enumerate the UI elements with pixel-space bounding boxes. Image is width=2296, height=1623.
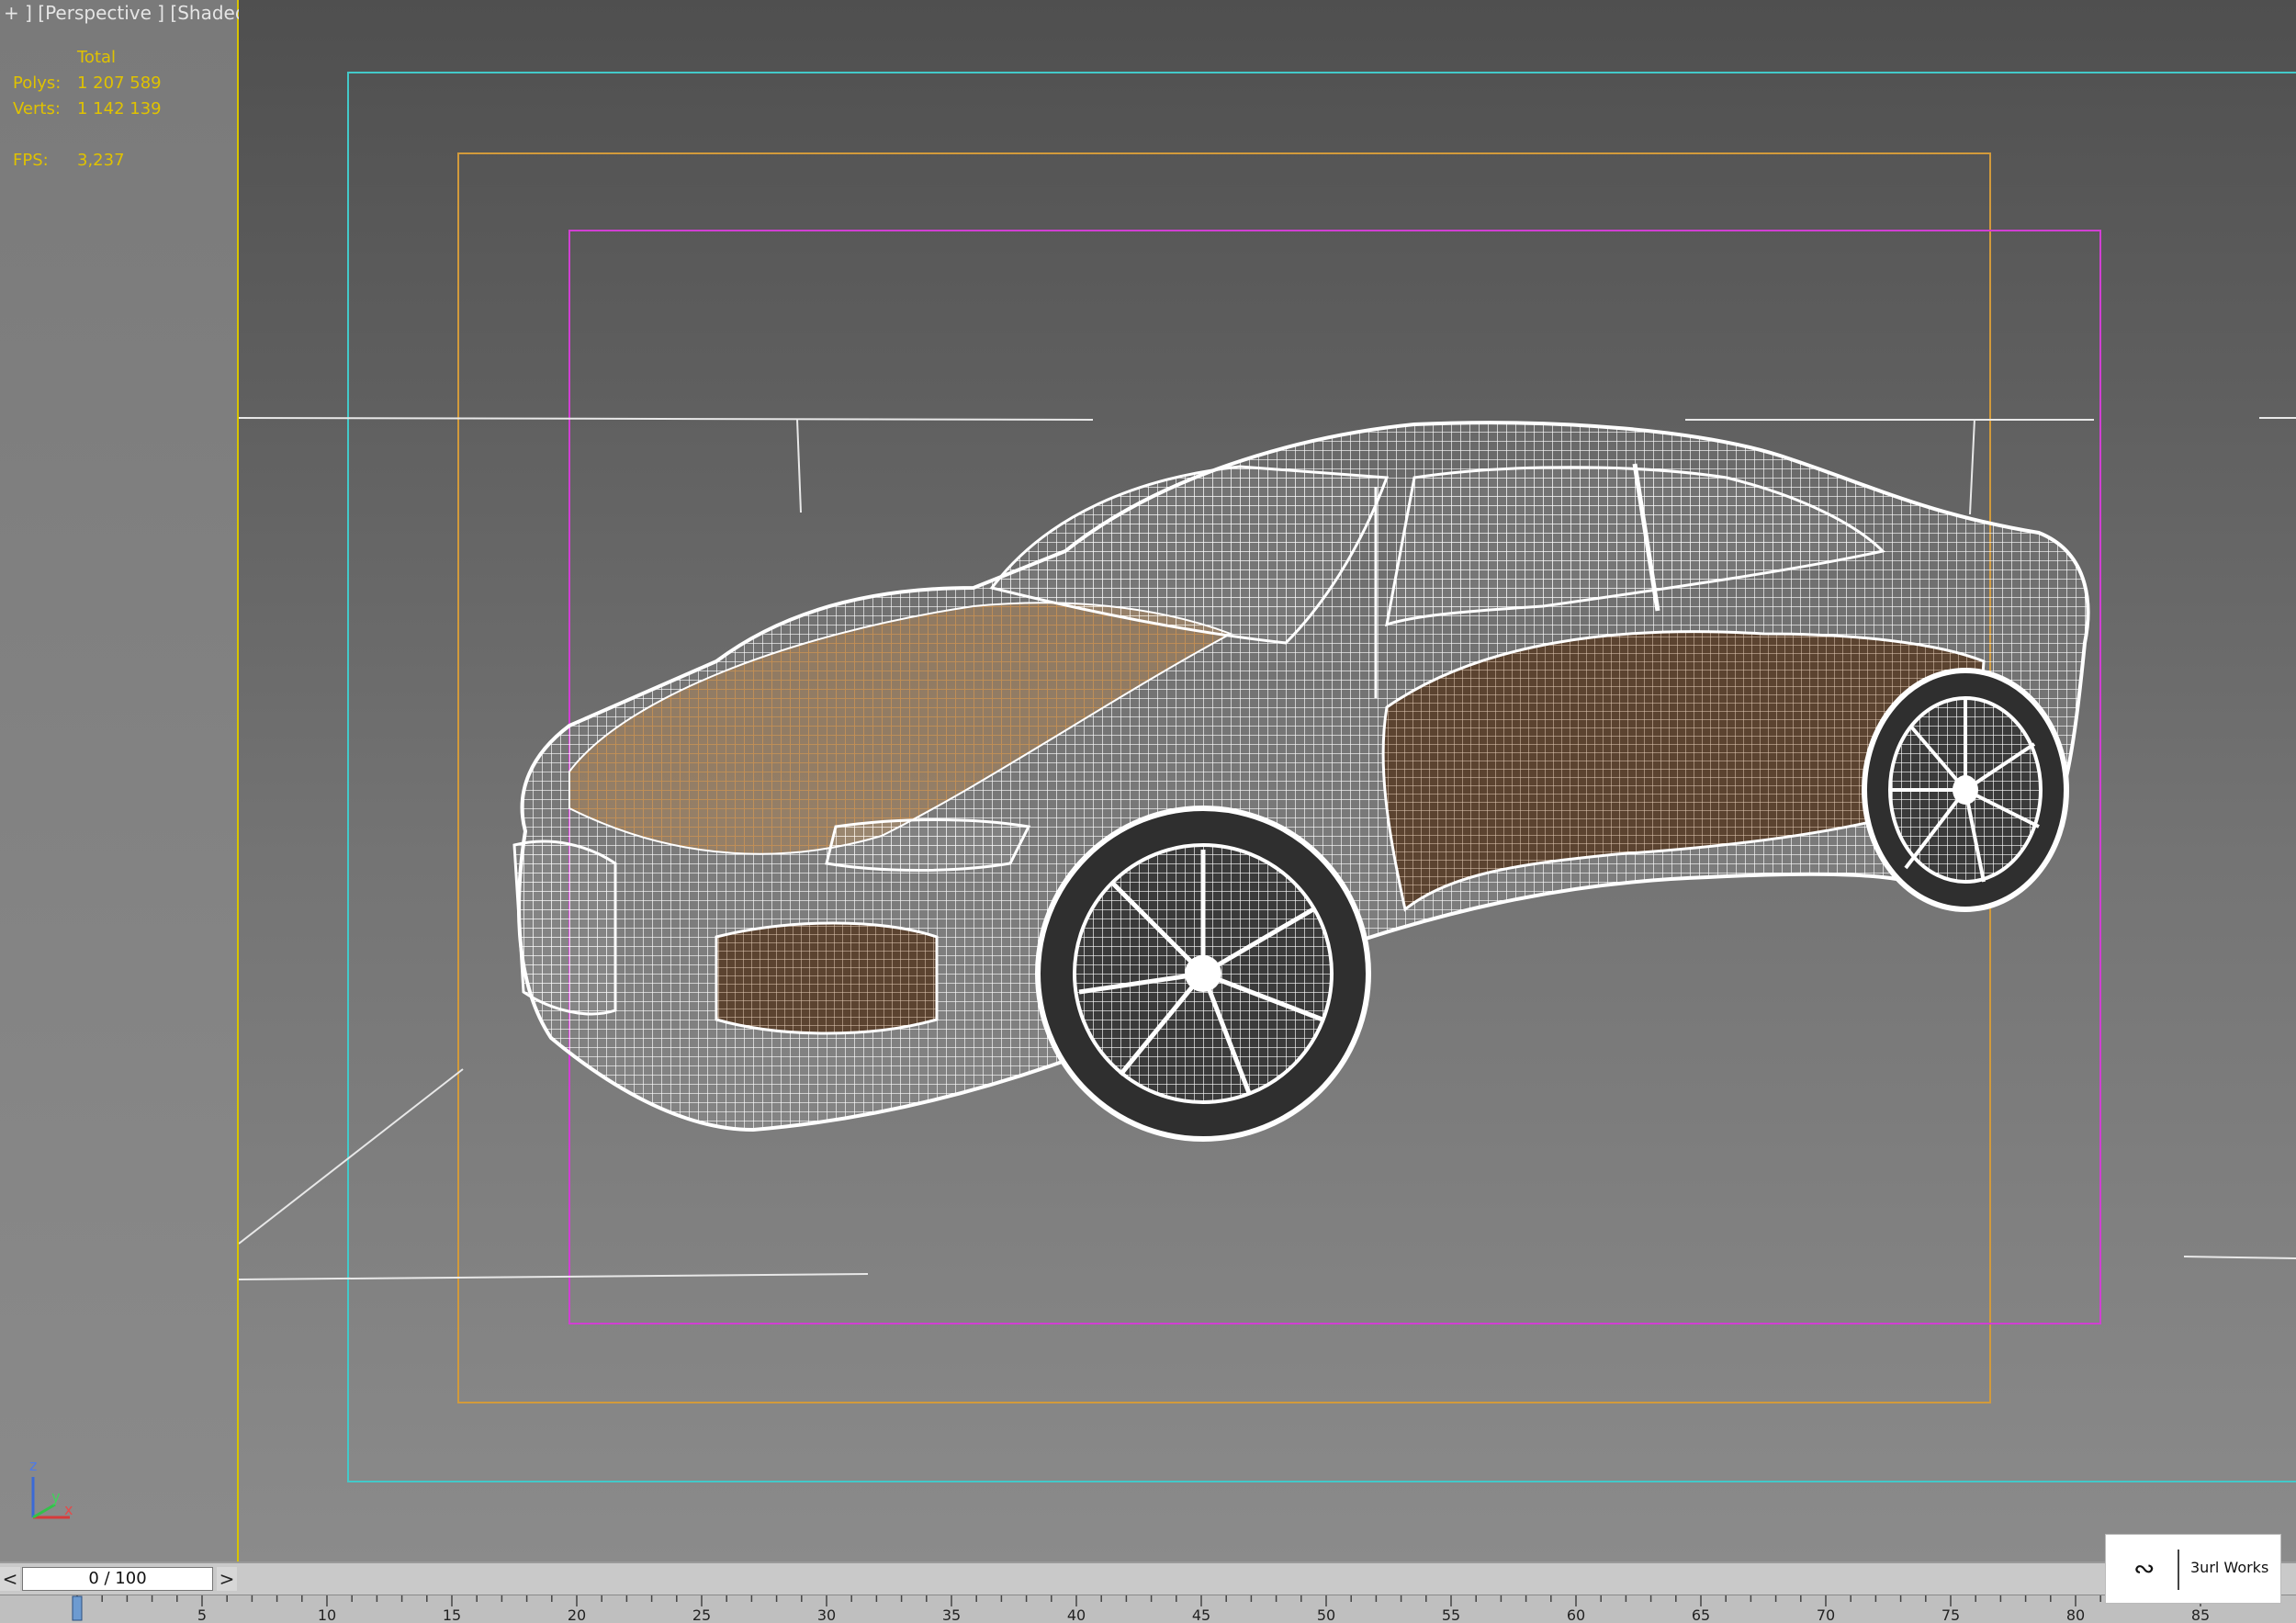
stats-fps-label: FPS: <box>13 151 49 170</box>
rear-wheel <box>1862 668 2069 912</box>
time-slider-frame-counter[interactable]: 0 / 100 <box>22 1567 213 1591</box>
stats-verts-row: Verts: 1 142 139 <box>13 99 162 118</box>
ruler-tick-label: 25 <box>692 1606 711 1623</box>
ruler-tick-label: 15 <box>443 1606 461 1623</box>
brand-mark-icon: ∾ <box>2133 1553 2155 1584</box>
left-panel <box>0 0 239 1561</box>
previous-frame-button[interactable]: < <box>0 1567 20 1591</box>
axis-x-label: x <box>64 1501 73 1518</box>
axis-tripod-icon: z y x <box>24 1457 79 1525</box>
ruler-tick-label: 85 <box>2191 1606 2210 1623</box>
logo-separator <box>2178 1550 2179 1590</box>
ruler-tick-label: 60 <box>1567 1606 1585 1623</box>
track-bar-ruler[interactable]: 0510152025303540455055606570758085 <box>0 1595 2296 1623</box>
stats-verts-value: 1 142 139 <box>77 99 162 118</box>
front-wheel <box>1035 806 1371 1142</box>
axis-z-label: z <box>29 1457 38 1474</box>
stats-total-label: Total <box>77 48 117 67</box>
ruler-tick-label: 45 <box>1192 1606 1210 1623</box>
ruler-tick-label: 10 <box>318 1606 336 1623</box>
ruler-tick-label: 30 <box>817 1606 836 1623</box>
current-frame-marker[interactable] <box>72 1595 83 1621</box>
stats-fps-row: FPS: 3,237 <box>13 151 125 170</box>
perspective-viewport[interactable] <box>239 0 2296 1561</box>
ruler-tick-label: 20 <box>568 1606 586 1623</box>
ruler-tick-label: 50 <box>1317 1606 1335 1623</box>
ruler-tick-label: 80 <box>2066 1606 2085 1623</box>
ruler-tick-label: 75 <box>1941 1606 1960 1623</box>
watermark-logo: ∾ 3url Works <box>2105 1534 2281 1604</box>
stats-fps-value: 3,237 <box>77 151 125 170</box>
stats-polys-value: 1 207 589 <box>77 73 162 93</box>
watermark-text: 3url Works <box>2190 1559 2269 1576</box>
ruler-tick-label: 55 <box>1442 1606 1460 1623</box>
ruler-tick-label: 35 <box>942 1606 961 1623</box>
car-wireframe-model[interactable] <box>239 0 2296 1561</box>
next-frame-button[interactable]: > <box>217 1567 237 1591</box>
ruler-tick-label: 65 <box>1692 1606 1710 1623</box>
axis-y-label: y <box>51 1488 61 1505</box>
time-slider-bar[interactable]: < 0 / 100 > <box>0 1561 2296 1596</box>
stats-polys-row: Polys: 1 207 589 <box>13 73 162 93</box>
stats-polys-label: Polys: <box>13 73 62 93</box>
ruler-tick-label: 5 <box>197 1606 207 1623</box>
stats-verts-label: Verts: <box>13 99 61 118</box>
ruler-tick-label: 40 <box>1067 1606 1086 1623</box>
ruler-tick-label: 70 <box>1817 1606 1835 1623</box>
